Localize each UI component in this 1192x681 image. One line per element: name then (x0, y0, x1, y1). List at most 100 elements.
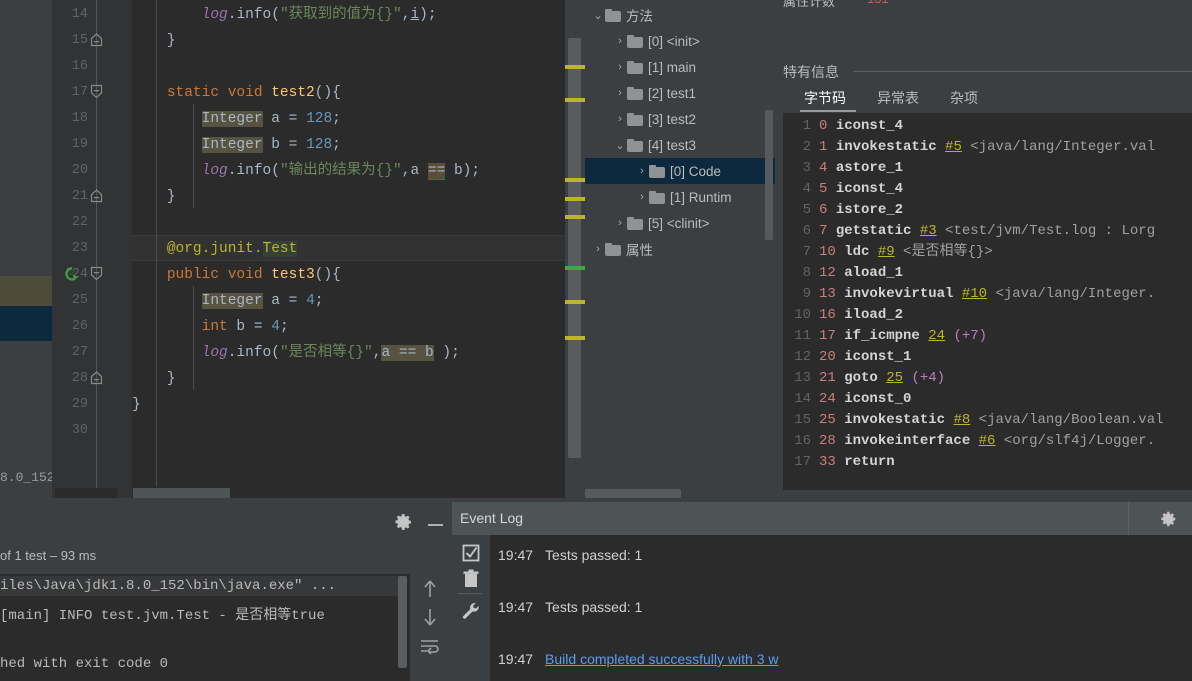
marker-warning[interactable] (565, 197, 585, 201)
marker-warning[interactable] (565, 98, 585, 102)
arrow-up-icon[interactable] (420, 578, 440, 605)
tree-item-[interactable]: › 属性 (585, 236, 775, 262)
tree-item-3-test2[interactable]: › [3] test2 (585, 106, 775, 132)
chevron-right-icon[interactable]: › (613, 61, 627, 73)
code-line[interactable]: @org.junit.Test (132, 236, 298, 262)
marker-warning[interactable] (565, 336, 585, 340)
bytecode-reference[interactable]: #3 (920, 223, 937, 239)
bytecode-reference[interactable]: #9 (878, 244, 895, 260)
bytecode-line[interactable]: 67 getstatic #3 <test/jvm/Test.log : Lor… (783, 221, 1156, 242)
bytecode-line[interactable]: 21 invokestatic #5 <java/lang/Integer.va… (783, 137, 1156, 158)
event-log-row[interactable]: 19:47 Tests passed: 1 (498, 599, 642, 615)
marker-warning[interactable] (565, 300, 585, 304)
bytecode-line[interactable]: 17 33 return (783, 452, 894, 473)
code-line[interactable]: log.info("输出的结果为{}",a == b); (132, 158, 480, 184)
tree-item-0-init[interactable]: › [0] <init> (585, 28, 775, 54)
code-line[interactable]: Integer a = 4; (132, 288, 323, 314)
tree-item-1-main[interactable]: › [1] main (585, 54, 775, 80)
bytecode-line[interactable]: 8 12 aload_1 (783, 263, 903, 284)
bytecode-line[interactable]: 7 10 ldc #9 <是否相等{}> (783, 242, 993, 263)
bytecode-line[interactable]: 12 20 iconst_1 (783, 347, 911, 368)
editor-marker-bar[interactable] (565, 0, 585, 498)
fold-collapse-icon[interactable] (90, 84, 103, 105)
bytecode-reference[interactable]: #6 (979, 433, 996, 449)
soft-wrap-icon[interactable] (419, 636, 441, 661)
tree-item-4-test3[interactable]: ⌄ [4] test3 (585, 132, 775, 158)
bytecode-line[interactable]: 11 17 if_icmpne 24 (+7) (783, 326, 987, 347)
code-line[interactable]: log.info("是否相等{}",a == b ); (132, 340, 460, 366)
event-log-row[interactable]: 19:47 Tests passed: 1 (498, 547, 642, 563)
tree-item-[interactable]: ⌄ 方法 (585, 2, 775, 28)
run-test-gutter-icon[interactable] (64, 266, 80, 287)
event-log-link[interactable]: Build completed successfully with 3 w (545, 651, 778, 667)
bytecode-line[interactable]: 16 28 invokeinterface #6 <org/slf4j/Logge… (783, 431, 1155, 452)
bytecode-reference[interactable]: 25 (886, 370, 903, 386)
gear-icon[interactable] (394, 512, 414, 537)
code-line[interactable]: Integer b = 128; (132, 132, 341, 158)
marker-warning[interactable] (565, 178, 585, 182)
bytecode-reference[interactable]: #10 (962, 286, 987, 302)
gear-icon[interactable] (1160, 510, 1178, 533)
chevron-right-icon[interactable]: › (613, 35, 627, 47)
console-output[interactable]: iles\Java\jdk1.8.0_152\bin\java.exe" ...… (0, 574, 410, 681)
code-line[interactable]: } (132, 184, 176, 210)
code-editor[interactable]: 14 15 16 17 18 19 20 21 22 23 24 25 26 27 28 29 30 log.i… (52, 0, 637, 498)
bytecode-line[interactable]: 56 istore_2 (783, 200, 903, 221)
fold-collapse-icon[interactable] (90, 266, 103, 287)
marker-warning[interactable] (565, 215, 585, 219)
code-line[interactable]: } (132, 392, 141, 418)
code-line[interactable]: public void test3(){ (132, 262, 341, 288)
minimize-icon[interactable] (428, 524, 443, 526)
event-log-row[interactable]: 19:47 Build completed successfully with 3… (498, 651, 778, 667)
chevron-right-icon[interactable]: › (635, 165, 649, 177)
wrench-icon[interactable] (461, 601, 481, 626)
tree-vscroll-thumb[interactable] (765, 110, 773, 240)
arrow-down-icon[interactable] (420, 606, 440, 633)
code-line[interactable]: } (132, 366, 176, 392)
bytecode-reference[interactable]: 24 (928, 328, 945, 344)
marker-ok[interactable] (565, 266, 585, 270)
class-structure-tree[interactable]: ⌄ 方法 › [0] <init> › [1] main › [2] test1 › [3] te… (585, 0, 775, 498)
tree-item-2-test1[interactable]: › [2] test1 (585, 80, 775, 106)
tree-hscroll-thumb[interactable] (585, 489, 681, 498)
tab-异常表[interactable]: 异常表 (873, 84, 923, 116)
editor-code-area[interactable]: log.info("获取到的值为{}",i); } static void te… (132, 0, 585, 498)
tree-item-0-code[interactable]: › [0] Code (585, 158, 775, 184)
bytecode-listing[interactable]: 10 iconst_4 2 1 invokestatic #5 <java/lang… (783, 113, 1192, 490)
bytecode-line[interactable]: 10 16 iload_2 (783, 305, 903, 326)
chevron-right-icon[interactable]: › (635, 191, 649, 203)
code-line[interactable]: int b = 4; (132, 314, 289, 340)
code-line[interactable]: static void test2(){ (132, 80, 341, 106)
header-divider (1128, 502, 1129, 535)
editor-gutter[interactable]: 14 15 16 17 18 19 20 21 22 23 24 25 26 27 28 29 30 (52, 0, 132, 498)
bytecode-line[interactable]: 14 24 iconst_0 (783, 389, 911, 410)
chevron-right-icon[interactable]: › (613, 217, 627, 229)
event-log-body[interactable]: 19:47 Tests passed: 1 19:47 Tests passed: 1… (452, 535, 1192, 681)
console-vscroll-thumb[interactable] (398, 576, 407, 668)
bytecode-line[interactable]: 15 25 invokestatic #8 <java/lang/Boolean.… (783, 410, 1163, 431)
bytecode-line[interactable]: 10 iconst_4 (783, 116, 903, 137)
tab-杂项[interactable]: 杂项 (946, 84, 982, 116)
tree-item-1-runtim[interactable]: › [1] Runtim (585, 184, 775, 210)
chevron-down-icon[interactable]: ⌄ (591, 9, 605, 22)
code-line[interactable]: log.info("获取到的值为{}",i); (132, 2, 437, 28)
fold-end-icon[interactable] (90, 188, 103, 209)
bytecode-reference[interactable]: #8 (953, 412, 970, 428)
bytecode-line[interactable]: 13 21 goto 25 (+4) (783, 368, 945, 389)
chevron-right-icon[interactable]: › (613, 113, 627, 125)
bytecode-line[interactable]: 34 astore_1 (783, 158, 903, 179)
trash-icon[interactable] (462, 569, 480, 594)
bytecode-line[interactable]: 45 iconst_4 (783, 179, 903, 200)
chevron-right-icon[interactable]: › (591, 243, 605, 255)
chevron-right-icon[interactable]: › (613, 87, 627, 99)
bytecode-line[interactable]: 9 13 invokevirtual #10 <java/lang/Integer… (783, 284, 1156, 305)
bytecode-reference[interactable]: #5 (945, 139, 962, 155)
fold-end-icon[interactable] (90, 32, 103, 53)
marker-warning[interactable] (565, 65, 585, 69)
code-line[interactable]: } (132, 28, 176, 54)
tree-item-5-clinit[interactable]: › [5] <clinit> (585, 210, 775, 236)
mark-read-icon[interactable] (461, 543, 481, 568)
code-line[interactable]: Integer a = 128; (132, 106, 341, 132)
fold-end-icon[interactable] (90, 370, 103, 391)
chevron-down-icon[interactable]: ⌄ (613, 139, 627, 152)
